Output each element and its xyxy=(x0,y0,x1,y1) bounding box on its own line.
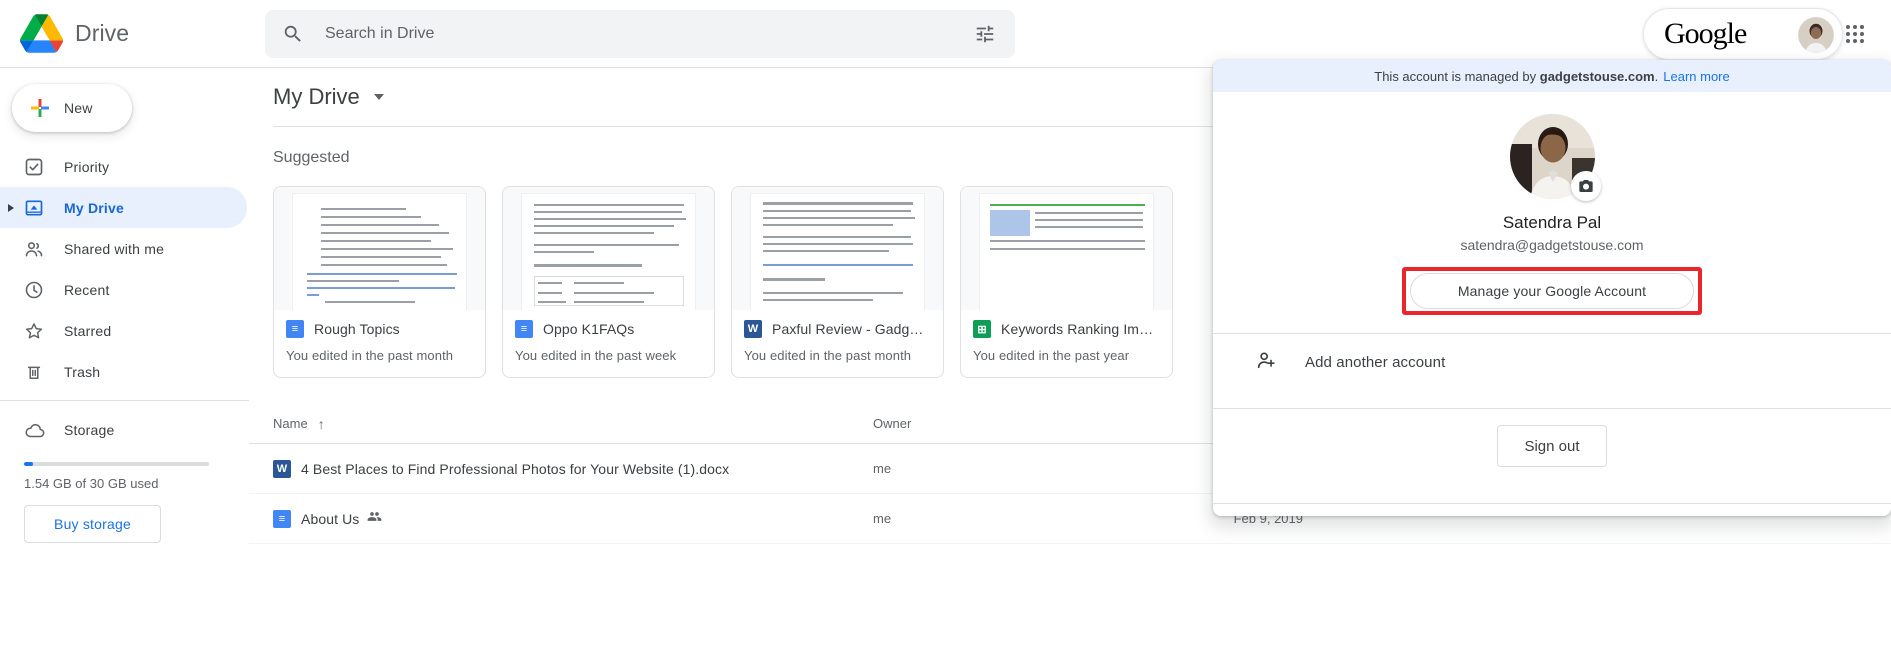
card-subtitle: You edited in the past year xyxy=(973,348,1130,363)
learn-more-link[interactable]: Learn more xyxy=(1663,69,1729,84)
sidebar-item-storage[interactable]: Storage xyxy=(0,409,249,450)
tune-filter-icon[interactable] xyxy=(961,10,1009,58)
sidebar-item-label: Priority xyxy=(64,158,110,175)
brand-logo-area[interactable]: Drive xyxy=(0,14,265,53)
manage-google-account-button[interactable]: Manage your Google Account xyxy=(1410,273,1694,309)
sidebar-item-label: Trash xyxy=(64,363,101,380)
card-thumbnail xyxy=(503,187,714,310)
card-thumbnail xyxy=(732,187,943,310)
sidebar-item-label: Recent xyxy=(64,281,110,298)
app-title: Drive xyxy=(75,20,130,46)
sidebar-item-shared-with-me[interactable]: Shared with me xyxy=(0,228,247,269)
people-shared-icon xyxy=(367,509,382,529)
top-right-actions: Google xyxy=(1643,0,1891,67)
file-name-cell: W 4 Best Places to Find Professional Pho… xyxy=(273,459,873,478)
new-button[interactable]: New xyxy=(12,84,132,132)
sidebar: New Priority My Drive Shared with me Rec… xyxy=(0,67,249,655)
suggested-card[interactable]: ⊞ Keywords Ranking Impro... You edited i… xyxy=(960,186,1173,378)
sidebar-item-starred[interactable]: Starred xyxy=(0,310,247,351)
drive-logo-icon xyxy=(20,14,64,53)
card-subtitle: You edited in the past month xyxy=(286,348,454,363)
sidebar-item-trash[interactable]: Trash xyxy=(0,351,247,392)
card-file-name: Keywords Ranking Impro... xyxy=(1001,321,1160,337)
google-docs-icon: ≡ xyxy=(273,509,291,528)
top-bar: Drive Search in Drive Google xyxy=(0,0,1891,67)
sign-out-area: Sign out xyxy=(1213,409,1891,485)
clock-icon xyxy=(24,280,44,300)
account-body: Satendra Pal satendra@gadgetstouse.com M… xyxy=(1213,92,1891,315)
suggested-card[interactable]: ≡ Oppo K1FAQs You edited in the past wee… xyxy=(502,186,715,378)
panel-footer: Privacy Policy • Terms of Service xyxy=(1213,504,1891,516)
card-subtitle: You edited in the past month xyxy=(744,348,912,363)
managed-prefix: This account is managed by xyxy=(1374,68,1537,84)
managed-domain: gadgetstouse.com xyxy=(1539,68,1655,84)
storage-label: Storage xyxy=(64,421,115,438)
sidebar-item-label: My Drive xyxy=(64,199,124,216)
trash-icon xyxy=(24,362,44,382)
avatar xyxy=(1509,114,1601,201)
buy-storage-button[interactable]: Buy storage xyxy=(24,505,161,543)
column-header-owner[interactable]: Owner xyxy=(873,416,1073,431)
column-header-name[interactable]: Name ↑ xyxy=(273,416,873,432)
sign-out-button[interactable]: Sign out xyxy=(1497,425,1607,467)
expand-caret-icon[interactable] xyxy=(8,203,14,212)
new-button-label: New xyxy=(64,100,93,116)
card-file-name: Paxful Review - Gadgets ... xyxy=(772,321,931,337)
google-sheets-icon: ⊞ xyxy=(973,320,991,338)
people-icon xyxy=(24,239,44,259)
sidebar-item-my-drive[interactable]: My Drive xyxy=(0,187,247,228)
file-name-cell: ≡ About Us xyxy=(273,509,873,529)
file-owner: me xyxy=(873,461,892,476)
google-docs-icon: ≡ xyxy=(286,320,304,338)
file-name: 4 Best Places to Find Professional Photo… xyxy=(301,460,730,477)
sidebar-nav: Priority My Drive Shared with me Recent … xyxy=(0,146,249,392)
star-icon xyxy=(24,321,44,341)
sidebar-item-priority[interactable]: Priority xyxy=(0,146,247,187)
suggested-card[interactable]: W Paxful Review - Gadgets ... You edited… xyxy=(731,186,944,378)
card-thumbnail xyxy=(961,187,1172,310)
file-name: About Us xyxy=(301,510,360,527)
account-dropdown-panel: This account is managed by gadgetstouse.… xyxy=(1213,60,1891,516)
account-name: Satendra Pal xyxy=(1502,213,1602,232)
word-doc-icon: W xyxy=(744,320,762,338)
sidebar-item-label: Starred xyxy=(64,322,112,339)
sidebar-item-label: Shared with me xyxy=(64,240,165,257)
storage-progress-fill xyxy=(24,462,34,466)
cloud-icon xyxy=(24,420,45,440)
page-title: My Drive xyxy=(273,84,360,109)
avatar[interactable] xyxy=(1798,17,1834,53)
suggested-card[interactable]: ≡ Rough Topics You edited in the past mo… xyxy=(273,186,486,378)
manage-account-highlight: Manage your Google Account xyxy=(1402,267,1702,315)
person-add-icon xyxy=(1255,349,1277,376)
search-icon[interactable] xyxy=(269,10,317,58)
add-account-label: Add another account xyxy=(1305,353,1446,371)
google-docs-icon: ≡ xyxy=(515,320,533,338)
card-thumbnail xyxy=(274,187,485,310)
chevron-down-icon[interactable] xyxy=(373,94,384,100)
sort-arrow-up-icon[interactable]: ↑ xyxy=(318,416,325,432)
camera-icon[interactable] xyxy=(1570,171,1601,201)
file-owner: me xyxy=(873,511,892,526)
plus-icon xyxy=(28,96,52,120)
google-wordmark: Google xyxy=(1664,17,1747,50)
sidebar-item-recent[interactable]: Recent xyxy=(0,269,247,310)
google-search-widget[interactable]: Google xyxy=(1643,8,1843,60)
card-file-name: Rough Topics xyxy=(314,321,400,337)
drive-app: Drive Search in Drive Google New Priorit… xyxy=(0,0,1891,655)
sidebar-divider xyxy=(0,400,249,401)
managed-account-notice: This account is managed by gadgetstouse.… xyxy=(1213,60,1891,92)
storage-usage-text: 1.54 GB of 30 GB used xyxy=(24,476,159,491)
storage-progress-bar xyxy=(24,462,209,466)
card-subtitle: You edited in the past week xyxy=(515,348,677,363)
search-input[interactable] xyxy=(317,25,961,43)
my-drive-icon xyxy=(24,198,44,218)
add-another-account-item[interactable]: Add another account xyxy=(1213,334,1891,390)
column-label-name: Name xyxy=(273,416,308,431)
word-doc-icon: W xyxy=(273,459,291,478)
managed-suffix: . xyxy=(1654,68,1659,84)
priority-check-icon xyxy=(24,157,44,177)
search-bar[interactable] xyxy=(265,10,1015,58)
card-file-name: Oppo K1FAQs xyxy=(543,321,635,337)
account-email: satendra@gadgetstouse.com xyxy=(1460,237,1644,253)
